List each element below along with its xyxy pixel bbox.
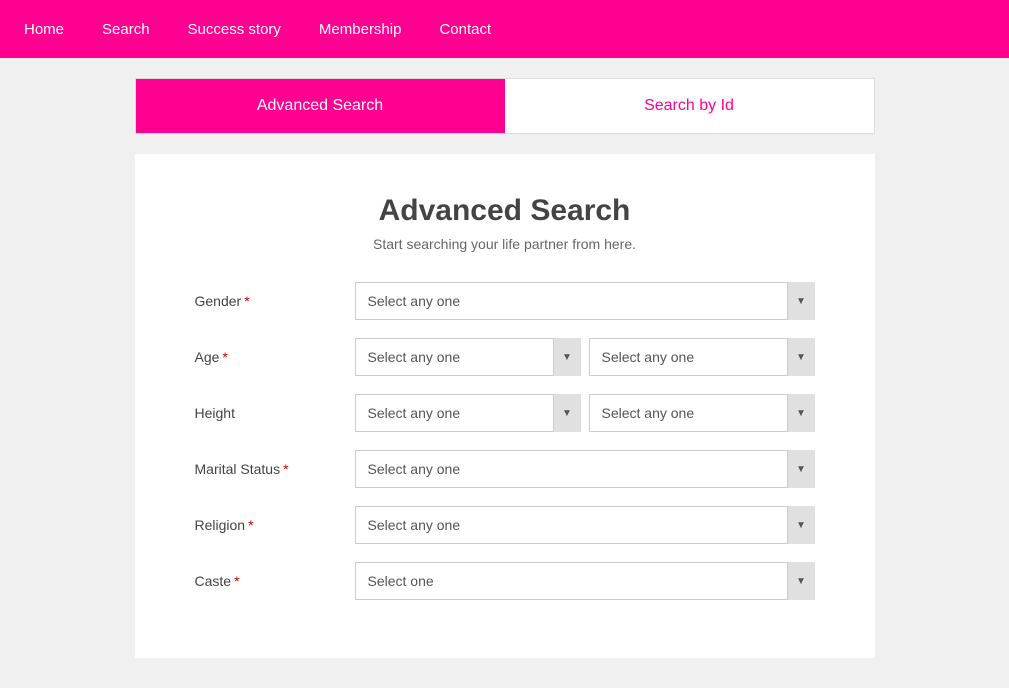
religion-wrapper: Select any one — [355, 506, 815, 544]
form-subtitle: Start searching your life partner from h… — [195, 236, 815, 252]
height-to-select[interactable]: Select any one — [589, 394, 815, 432]
age-label: Age* — [195, 349, 355, 365]
height-from-wrapper: Select any one — [355, 394, 581, 432]
caste-label: Caste* — [195, 573, 355, 589]
height-to-wrapper: Select any one — [589, 394, 815, 432]
height-label: Height — [195, 405, 355, 421]
age-controls: Select any one Select any one — [355, 338, 815, 376]
marital-status-wrapper: Select any one — [355, 450, 815, 488]
age-to-select[interactable]: Select any one — [589, 338, 815, 376]
nav-search[interactable]: Search — [98, 3, 154, 56]
navbar: Home Search Success story Membership Con… — [0, 0, 1009, 58]
religion-label: Religion* — [195, 517, 355, 533]
religion-controls: Select any one — [355, 506, 815, 544]
nav-membership[interactable]: Membership — [315, 3, 406, 56]
marital-status-row: Marital Status* Select any one — [195, 450, 815, 488]
caste-wrapper: Select one — [355, 562, 815, 600]
gender-controls: Select any one — [355, 282, 815, 320]
age-row: Age* Select any one Select any one — [195, 338, 815, 376]
marital-status-select[interactable]: Select any one — [355, 450, 815, 488]
tab-search-by-id[interactable]: Search by Id — [505, 79, 874, 133]
marital-status-controls: Select any one — [355, 450, 815, 488]
form-card: Advanced Search Start searching your lif… — [135, 154, 875, 658]
nav-contact[interactable]: Contact — [435, 3, 495, 56]
marital-status-label: Marital Status* — [195, 461, 355, 477]
tab-advanced-search[interactable]: Advanced Search — [136, 79, 505, 133]
caste-controls: Select one — [355, 562, 815, 600]
form-title: Advanced Search — [195, 194, 815, 228]
height-controls: Select any one Select any one — [355, 394, 815, 432]
gender-label: Gender* — [195, 293, 355, 309]
gender-select[interactable]: Select any one — [355, 282, 815, 320]
age-from-wrapper: Select any one — [355, 338, 581, 376]
age-to-wrapper: Select any one — [589, 338, 815, 376]
height-from-select[interactable]: Select any one — [355, 394, 581, 432]
tab-container: Advanced Search Search by Id — [135, 78, 875, 134]
nav-success-story[interactable]: Success story — [184, 3, 285, 56]
gender-row: Gender* Select any one — [195, 282, 815, 320]
caste-select[interactable]: Select one — [355, 562, 815, 600]
gender-select-wrapper: Select any one — [355, 282, 815, 320]
caste-row: Caste* Select one — [195, 562, 815, 600]
religion-select[interactable]: Select any one — [355, 506, 815, 544]
religion-row: Religion* Select any one — [195, 506, 815, 544]
age-from-select[interactable]: Select any one — [355, 338, 581, 376]
main-content: Advanced Search Search by Id Advanced Se… — [0, 58, 1009, 688]
nav-home[interactable]: Home — [20, 3, 68, 56]
height-row: Height Select any one Select any one — [195, 394, 815, 432]
